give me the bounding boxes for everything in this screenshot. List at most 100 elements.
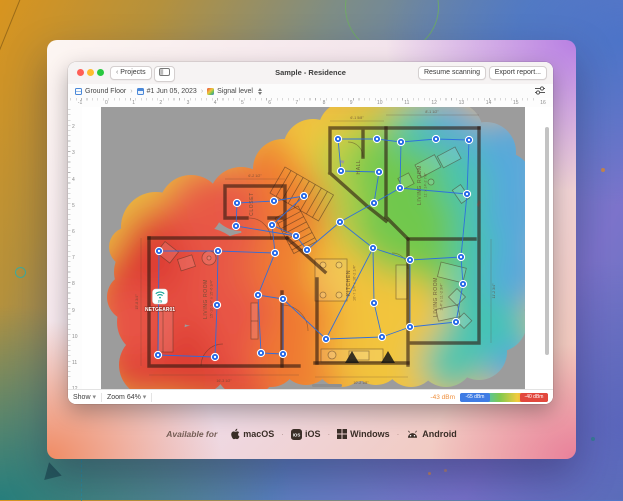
survey-point[interactable] — [279, 295, 286, 302]
ruler-number: 2 — [159, 101, 162, 106]
survey-point[interactable] — [257, 349, 264, 356]
survey-point[interactable] — [271, 249, 278, 256]
divider — [101, 393, 102, 402]
svg-text:11'-2 3/4": 11'-2 3/4" — [492, 283, 496, 299]
breadcrumb-floor[interactable]: Ground Floor — [85, 88, 126, 95]
zoom-window-button[interactable] — [97, 69, 104, 76]
ruler-vertical: 23456789101112 — [68, 107, 82, 390]
survey-point[interactable] — [432, 135, 439, 142]
room-label: KITCHEN — [346, 270, 352, 296]
survey-point[interactable] — [375, 168, 382, 175]
breadcrumb: Ground Floor › #1 Jun 05, 2023 › Signal … — [68, 84, 553, 99]
page: { "window": { "title": "Sample - Residen… — [0, 0, 623, 500]
platform-windows: Windows — [337, 429, 389, 439]
ruler-number: 7 — [72, 256, 75, 261]
ruler-number: 10 — [377, 101, 383, 106]
show-menu[interactable]: Show ▾ — [73, 393, 96, 401]
toggle-sidebar-button[interactable] — [154, 66, 175, 82]
back-to-projects-button[interactable]: ‹ Projects — [110, 66, 152, 80]
survey-point[interactable] — [373, 135, 380, 142]
decor-dot — [601, 168, 605, 172]
separator-dot: · — [397, 430, 400, 439]
survey-point[interactable] — [322, 335, 329, 342]
floorplan-canvas[interactable]: 6'-2 1/2"6'-1 5/8"8'-1 1/2"16'-3 1/2"10'… — [101, 107, 525, 390]
survey-point[interactable] — [300, 192, 307, 199]
survey-point[interactable] — [268, 221, 275, 228]
chevron-left-icon: ‹ — [116, 69, 118, 76]
ruler-number: 3 — [72, 151, 75, 156]
map-viewport: 6'-2 1/2"6'-1 5/8"8'-1 1/2"16'-3 1/2"10'… — [82, 107, 553, 390]
svg-text:10'-2 1/8": 10'-2 1/8" — [353, 381, 369, 385]
ruler-number: 11 — [404, 101, 409, 106]
platform-ios: iOS iOS — [291, 429, 321, 440]
survey-point[interactable] — [452, 318, 459, 325]
ruler-number: 1 — [132, 101, 135, 106]
visualization-select[interactable]: Signal level — [217, 88, 253, 95]
survey-point[interactable] — [303, 246, 310, 253]
survey-point[interactable] — [463, 190, 470, 197]
platform-label: macOS — [243, 429, 274, 439]
survey-point[interactable] — [270, 197, 277, 204]
ruler-number: 8 — [323, 101, 326, 106]
export-report-button[interactable]: Export report... — [489, 66, 547, 80]
vertical-scrollbar[interactable] — [545, 127, 549, 355]
ruler-number: 14 — [486, 101, 492, 106]
survey-point[interactable] — [334, 135, 341, 142]
survey-point[interactable] — [397, 138, 404, 145]
ap-band: 2G — [158, 299, 163, 303]
survey-point[interactable] — [233, 199, 240, 206]
close-window-button[interactable] — [77, 69, 84, 76]
survey-point[interactable] — [370, 299, 377, 306]
survey-point[interactable] — [213, 301, 220, 308]
survey-point[interactable] — [211, 353, 218, 360]
platforms-footer: Available for macOS·iOSiOS·Windows·Andro… — [47, 428, 576, 440]
svg-text:15'-10 3/4" x 15'-6 3/4": 15'-10 3/4" x 15'-6 3/4" — [210, 279, 214, 318]
survey-point[interactable] — [378, 333, 385, 340]
view-options-button[interactable] — [534, 86, 546, 97]
android-icon — [406, 429, 419, 439]
ios-icon: iOS — [291, 429, 302, 440]
minimize-window-button[interactable] — [87, 69, 94, 76]
horizontal-scrollbar[interactable] — [312, 384, 342, 387]
svg-text:iOS: iOS — [293, 432, 301, 437]
survey-point[interactable] — [396, 184, 403, 191]
separator-dot: · — [281, 430, 284, 439]
survey-point[interactable] — [459, 280, 466, 287]
svg-text:16'-3 1/2": 16'-3 1/2" — [216, 379, 232, 383]
survey-point[interactable] — [457, 253, 464, 260]
available-for-label: Available for — [166, 429, 217, 439]
scale-min-handle[interactable]: -65 dBm — [460, 393, 490, 402]
survey-point[interactable] — [155, 247, 162, 254]
visualization-stepper[interactable] — [258, 88, 262, 95]
scale-max-handle[interactable]: -40 dBm — [520, 393, 548, 402]
windows-icon — [337, 429, 347, 439]
survey-point[interactable] — [370, 199, 377, 206]
survey-point[interactable] — [336, 218, 343, 225]
app-window: ‹ Projects Sample - Residence Resume sca… — [68, 62, 553, 404]
survey-point[interactable] — [406, 256, 413, 263]
promo-card: ‹ Projects Sample - Residence Resume sca… — [47, 40, 576, 459]
survey-point[interactable] — [232, 222, 239, 229]
survey-point[interactable] — [465, 136, 472, 143]
survey-point[interactable] — [337, 167, 344, 174]
survey-point[interactable] — [254, 291, 261, 298]
window-title: Sample - Residence — [275, 68, 346, 77]
survey-point[interactable] — [154, 351, 161, 358]
resume-scanning-button[interactable]: Resume scanning — [418, 66, 486, 80]
zoom-menu[interactable]: Zoom 64% ▾ — [107, 393, 146, 401]
survey-point[interactable] — [279, 350, 286, 357]
chevron-separator: › — [130, 88, 132, 95]
platform-label: iOS — [305, 429, 321, 439]
ruler-number: 16 — [540, 101, 546, 106]
ruler-number: 2 — [72, 125, 75, 130]
sidebar-icon — [159, 68, 170, 76]
platform-android: Android — [406, 429, 457, 439]
breadcrumb-survey[interactable]: #1 Jun 05, 2023 — [147, 88, 197, 95]
survey-point[interactable] — [406, 323, 413, 330]
platform-label: Windows — [350, 429, 389, 439]
svg-text:6'-1 5/8": 6'-1 5/8" — [350, 116, 364, 120]
survey-point[interactable] — [369, 244, 376, 251]
chevron-separator: › — [201, 88, 203, 95]
survey-point[interactable] — [292, 232, 299, 239]
survey-point[interactable] — [214, 247, 221, 254]
